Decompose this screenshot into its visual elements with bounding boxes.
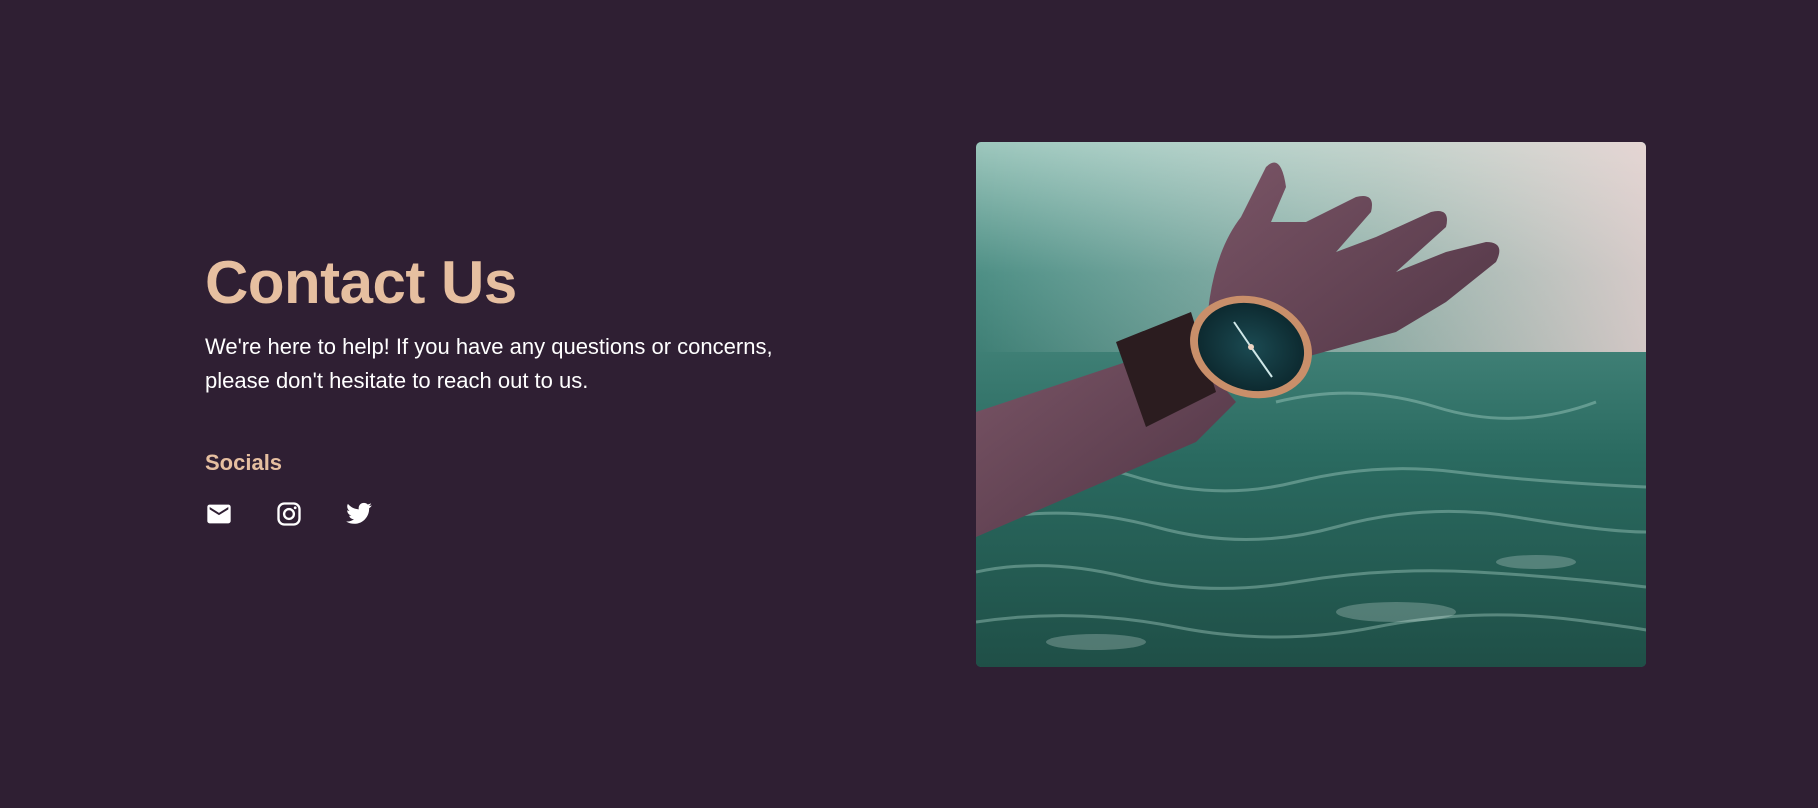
page-title: Contact Us [205, 249, 517, 316]
twitter-link[interactable] [345, 500, 373, 528]
hero-photo [976, 142, 1646, 667]
instagram-link[interactable] [275, 500, 303, 528]
mail-icon [207, 504, 231, 524]
contact-page: Contact Us We're here to help! If you ha… [0, 0, 1818, 808]
socials-heading: Socials [205, 450, 283, 475]
hand-watch-water-image [976, 142, 1646, 667]
socials-list [205, 500, 805, 528]
email-link[interactable] [205, 500, 233, 528]
twitter-icon [346, 502, 372, 524]
contact-section: Contact Us We're here to help! If you ha… [205, 248, 805, 528]
contact-description: We're here to help! If you have any ques… [205, 334, 773, 393]
instagram-icon [277, 502, 301, 526]
